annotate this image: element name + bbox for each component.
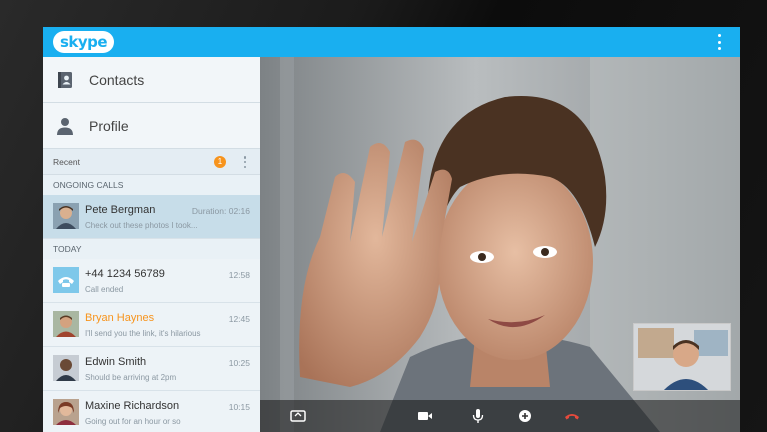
avatar — [53, 203, 79, 229]
avatar — [53, 311, 79, 337]
phone-icon — [53, 267, 79, 293]
recent-label: Recent — [53, 156, 80, 167]
contact-message: Going out for an hour or so — [85, 417, 181, 426]
tablet-screen: skype Contacts Profile Recent 1 ONGOING … — [43, 27, 740, 432]
contact-name: Edwin Smith — [85, 356, 147, 368]
self-view-thumbnail[interactable] — [633, 323, 731, 391]
person-icon — [57, 117, 73, 135]
add-participant-icon[interactable] — [517, 409, 533, 423]
contact-name: Maxine Richardson — [85, 400, 180, 412]
sidebar: Contacts Profile Recent 1 ONGOING CALLS — [43, 57, 260, 432]
nav-profile-label: Profile — [89, 117, 129, 134]
end-call-icon[interactable] — [564, 409, 580, 423]
avatar — [53, 355, 79, 381]
recent-more-icon[interactable] — [243, 156, 247, 168]
switch-camera-icon[interactable] — [290, 409, 306, 423]
list-item-maxine-richardson[interactable]: Maxine Richardson Going out for an hour … — [43, 391, 260, 432]
video-camera-icon[interactable] — [417, 409, 433, 423]
timestamp: 10:25 — [228, 358, 250, 368]
unread-badge: 1 — [214, 156, 226, 168]
contact-message: Should be arriving at 2pm — [85, 373, 177, 382]
ongoing-calls-header: ONGOING CALLS — [43, 175, 260, 195]
action-bar: skype — [43, 27, 740, 57]
contact-name: Bryan Haynes — [85, 312, 155, 324]
contacts-book-icon — [58, 71, 72, 88]
contact-message: Check out these photos I took... — [85, 221, 198, 230]
contact-name: +44 1234 56789 — [85, 268, 165, 280]
list-item-bryan-haynes[interactable]: Bryan Haynes I'll send you the link, it'… — [43, 303, 260, 347]
overflow-menu-icon[interactable] — [716, 34, 722, 50]
call-duration: Duration: 02:16 — [191, 206, 250, 216]
timestamp: 10:15 — [228, 402, 250, 412]
contact-message: Call ended — [85, 285, 124, 294]
nav-contacts-label: Contacts — [89, 71, 145, 88]
contact-message: I'll send you the link, it's hilarious — [85, 329, 201, 338]
contact-name: Pete Bergman — [85, 204, 156, 216]
list-item-edwin-smith[interactable]: Edwin Smith Should be arriving at 2pm 10… — [43, 347, 260, 391]
nav-profile[interactable]: Profile — [43, 103, 260, 149]
list-item-pete-bergman[interactable]: Pete Bergman Check out these photos I to… — [43, 195, 260, 239]
timestamp: 12:45 — [228, 314, 250, 324]
timestamp: 12:58 — [228, 270, 250, 280]
list-item-phone-number[interactable]: +44 1234 56789 Call ended 12:58 — [43, 259, 260, 303]
skype-logo: skype — [53, 31, 115, 53]
call-controls-bar — [260, 400, 740, 432]
avatar — [53, 399, 79, 425]
recent-header: Recent 1 — [43, 149, 260, 175]
nav-contacts[interactable]: Contacts — [43, 57, 260, 103]
microphone-icon[interactable] — [470, 409, 486, 423]
video-feed — [260, 57, 740, 432]
today-header: TODAY — [43, 239, 260, 259]
